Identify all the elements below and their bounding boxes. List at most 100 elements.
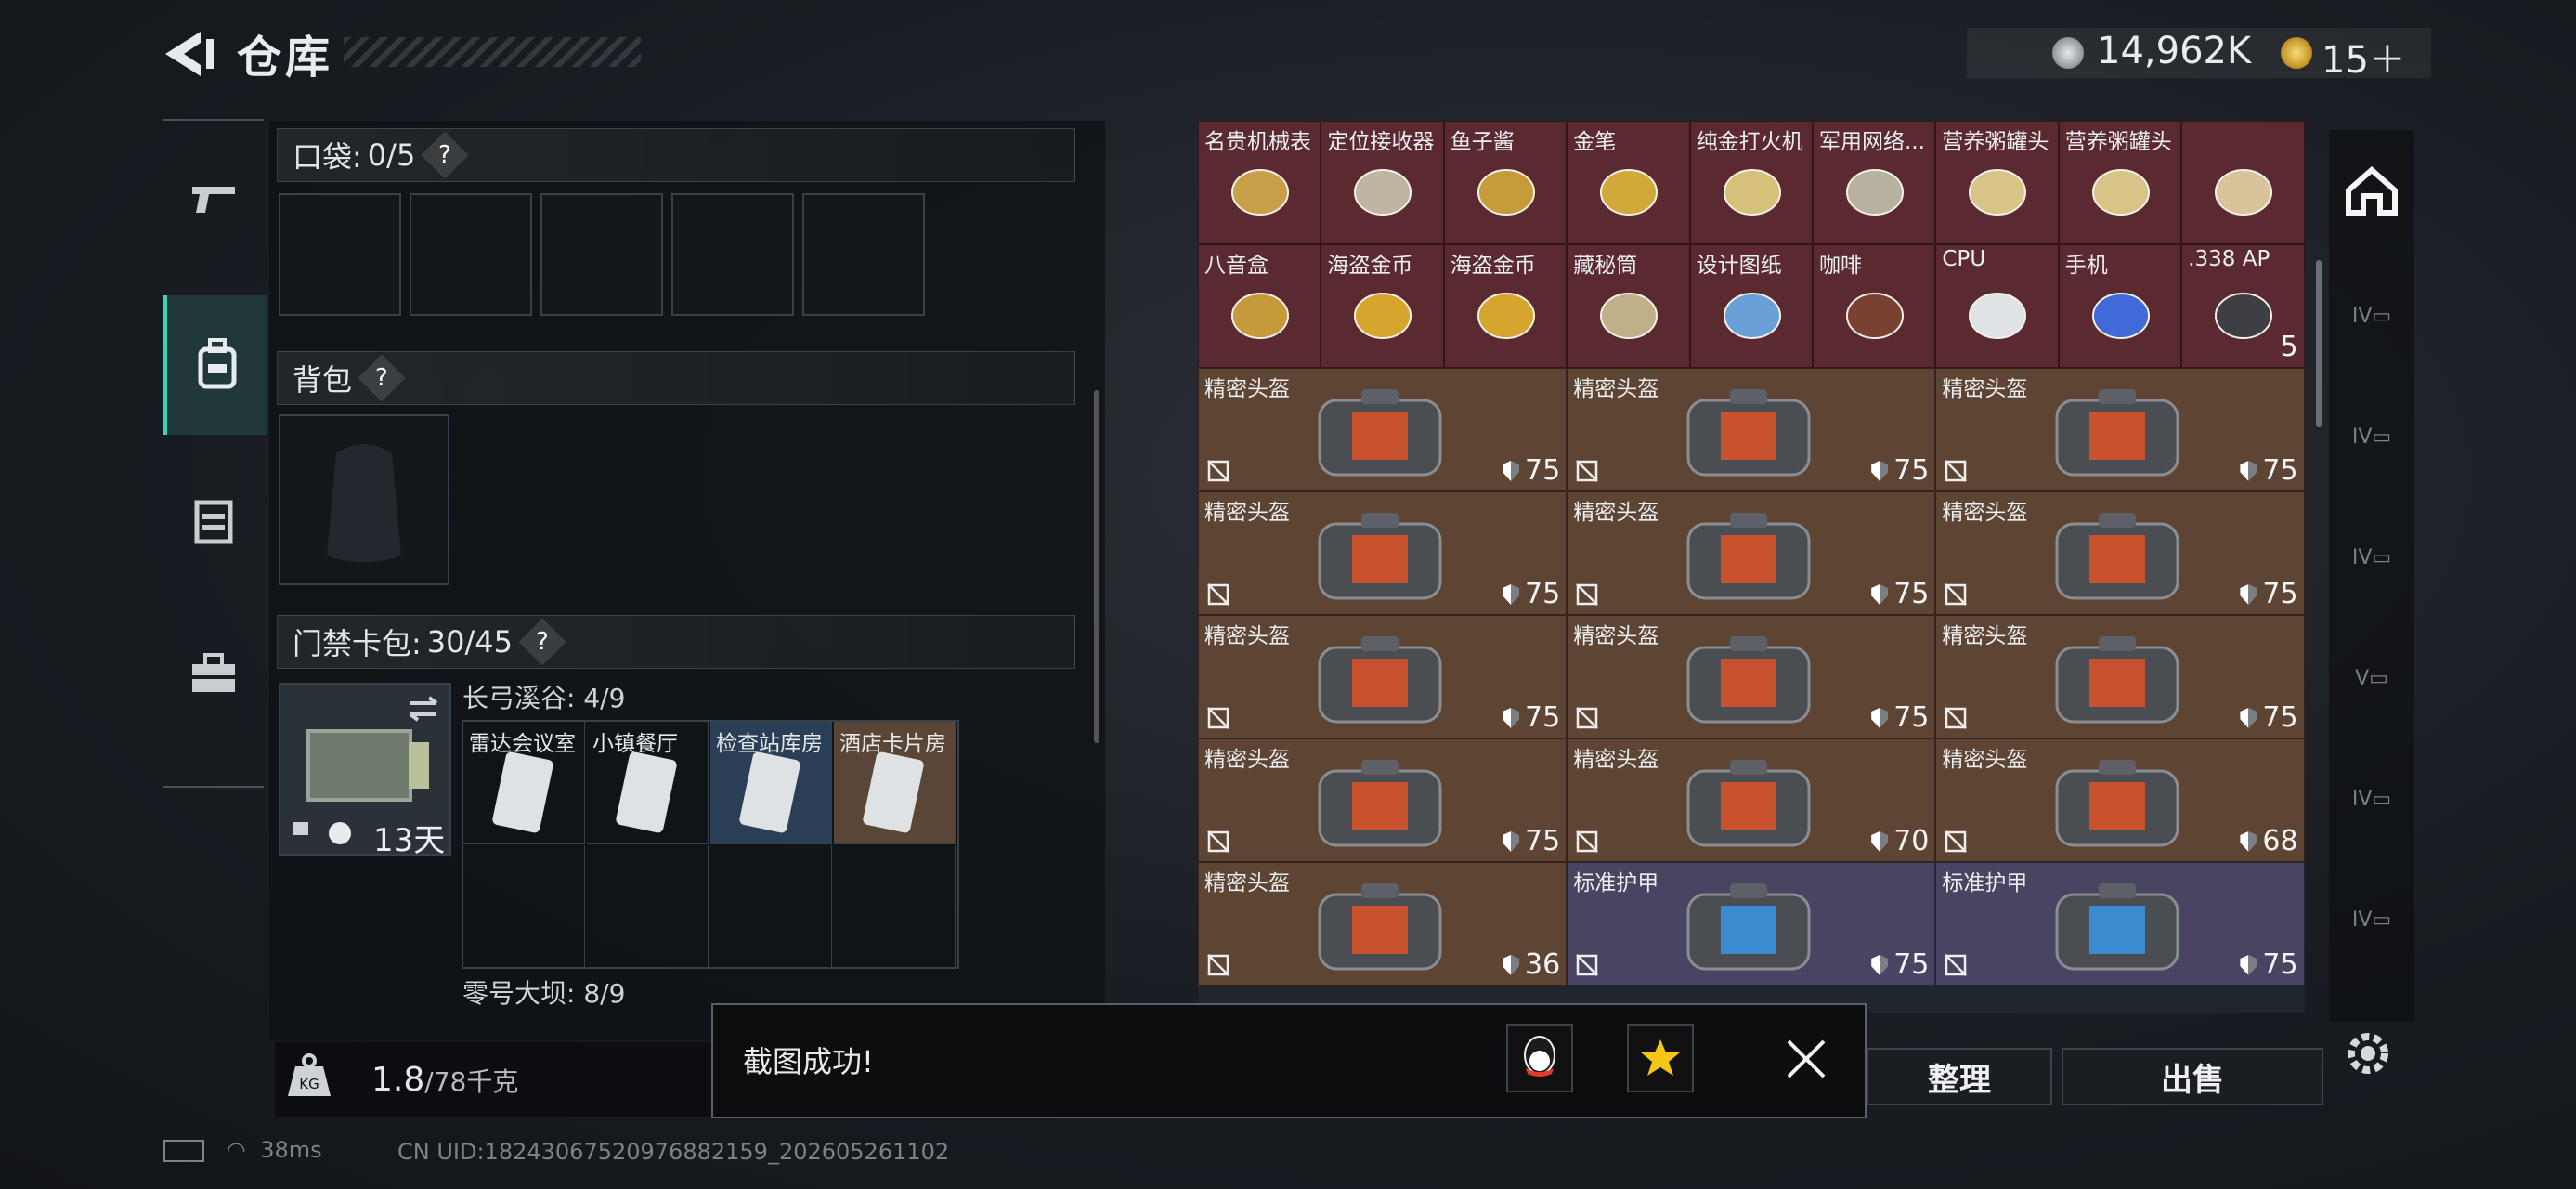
durability-value: 75 bbox=[1871, 454, 1929, 487]
item-cell[interactable]: 八音盒 bbox=[1198, 244, 1321, 368]
share-qzone-button[interactable] bbox=[1627, 1024, 1694, 1092]
pistol-icon bbox=[192, 187, 235, 213]
rail-filter-iv[interactable]: IV▭ bbox=[2335, 743, 2409, 855]
item-cell[interactable]: 名贵机械表 bbox=[1198, 121, 1321, 244]
armor-cell[interactable]: 精密头盔 75 bbox=[1935, 615, 2305, 738]
backpack-slot[interactable] bbox=[279, 414, 449, 585]
item-cell[interactable]: 纯金打火机 bbox=[1689, 121, 1813, 244]
armor-cell[interactable]: 精密头盔 75 bbox=[1198, 491, 1568, 615]
rail-filter-v[interactable]: V▭ bbox=[2335, 622, 2409, 734]
item-cell[interactable]: 手机 bbox=[2058, 244, 2182, 368]
rail-home-filter[interactable] bbox=[2335, 136, 2409, 247]
keycard-slot[interactable]: 小镇餐厅 bbox=[587, 722, 709, 844]
warehouse-grid: 名贵机械表 定位接收器 鱼子酱 金笔 纯金打火机 军用网络... 营养粥罐头 营养粥罐头 八音… bbox=[1198, 121, 2305, 1013]
keycard-case[interactable]: 13天 bbox=[279, 683, 451, 859]
pocket-slot[interactable] bbox=[802, 193, 925, 316]
item-cell[interactable]: 定位接收器 bbox=[1321, 121, 1444, 244]
armor-name: 标准护甲 bbox=[1942, 871, 2028, 895]
armor-cell[interactable]: 精密头盔 70 bbox=[1567, 738, 1936, 862]
back-arrow-icon[interactable] bbox=[158, 26, 223, 82]
item-name: 八音盒 bbox=[1204, 254, 1268, 278]
item-cell[interactable]: 营养粥罐头 bbox=[1935, 121, 2059, 244]
pocket-slot[interactable] bbox=[279, 193, 401, 316]
pocket-help-button[interactable]: ? bbox=[421, 131, 469, 179]
item-cell[interactable]: 鱼子酱 bbox=[1443, 121, 1568, 244]
armor-cell[interactable]: 精密头盔 75 bbox=[1567, 615, 1936, 738]
item-cell[interactable]: 藏秘筒 bbox=[1567, 244, 1690, 368]
armor-cell[interactable]: 精密头盔 75 bbox=[1935, 491, 2305, 615]
item-cell[interactable]: .338 AP 5 bbox=[2181, 244, 2305, 368]
durability-value: 75 bbox=[1503, 454, 1560, 487]
item-cell[interactable]: 海盗金币 bbox=[1321, 244, 1444, 368]
money-value[interactable]: 14,962K bbox=[2097, 30, 2251, 72]
keycard-slot[interactable] bbox=[834, 845, 956, 968]
item-icon bbox=[1600, 169, 1659, 216]
toast-close-icon[interactable] bbox=[1783, 1036, 1829, 1082]
rail-filter-iv[interactable]: IV▭ bbox=[2335, 502, 2409, 613]
armor-cell[interactable]: 精密头盔 68 bbox=[1935, 738, 2305, 862]
inventory-scrollbar[interactable] bbox=[2316, 260, 2322, 427]
keycard-slot[interactable]: 酒店卡片房 bbox=[834, 722, 956, 844]
keycard-slot[interactable]: 雷达会议室 bbox=[463, 722, 585, 844]
armor-cell[interactable]: 精密头盔 75 bbox=[1567, 491, 1936, 615]
armor-name: 精密头盔 bbox=[1573, 748, 1659, 772]
nav-weapon-tab[interactable] bbox=[163, 130, 264, 269]
no-sell-icon bbox=[1945, 583, 1968, 606]
tier-iv-icon: IV▭ bbox=[2351, 787, 2392, 811]
armor-cell[interactable]: 标准护甲 75 bbox=[1935, 862, 2305, 986]
item-icon bbox=[1477, 169, 1535, 216]
status-bar: ◠ 38ms bbox=[163, 1137, 322, 1163]
backpack-help-button[interactable]: ? bbox=[358, 354, 406, 402]
armor-cell[interactable]: 精密头盔 75 bbox=[1198, 615, 1568, 738]
item-cell[interactable]: 咖啡 bbox=[1813, 244, 1936, 368]
item-icon bbox=[1354, 293, 1412, 339]
item-cell[interactable]: CPU bbox=[1935, 244, 2059, 368]
armor-cell[interactable]: 精密头盔 75 bbox=[1198, 368, 1568, 491]
armor-cell[interactable]: 精密头盔 75 bbox=[1935, 368, 2305, 491]
item-cell[interactable]: 军用网络... bbox=[1813, 121, 1936, 244]
item-cell[interactable]: 设计图纸 bbox=[1689, 244, 1813, 368]
ticket-value[interactable]: 15＋ bbox=[2322, 30, 2406, 84]
nav-backpack-tab[interactable] bbox=[163, 295, 267, 435]
keycard-slot[interactable] bbox=[587, 845, 709, 968]
left-scrollbar[interactable] bbox=[1094, 390, 1099, 743]
region-label-longbow: 长弓溪谷: 4/9 bbox=[462, 683, 626, 713]
keycard-slot[interactable]: 检查站库房 bbox=[710, 722, 832, 844]
item-icon bbox=[1231, 169, 1289, 216]
item-icon bbox=[1477, 293, 1535, 339]
keycard-slot[interactable] bbox=[710, 845, 832, 968]
item-cell[interactable]: 营养粥罐头 bbox=[2058, 121, 2182, 244]
armor-cell[interactable]: 标准护甲 75 bbox=[1567, 862, 1936, 986]
item-name: 海盗金币 bbox=[1450, 254, 1536, 278]
armor-cell[interactable]: 精密头盔 75 bbox=[1567, 368, 1936, 491]
settings-gear-icon[interactable] bbox=[2342, 1027, 2394, 1079]
pocket-count: 0/5 bbox=[367, 137, 416, 173]
chest-rig-icon bbox=[194, 500, 233, 544]
rail-filter-iv[interactable]: IV▭ bbox=[2335, 260, 2409, 372]
item-name: 鱼子酱 bbox=[1450, 130, 1515, 154]
helmet-icon bbox=[1686, 513, 1811, 600]
item-cell[interactable]: 海盗金币 bbox=[1443, 244, 1568, 368]
no-sell-icon bbox=[1207, 954, 1229, 976]
house-icon bbox=[2346, 166, 2398, 216]
share-qq-button[interactable] bbox=[1506, 1024, 1573, 1092]
keycard-slot[interactable] bbox=[463, 845, 585, 968]
armor-cell[interactable]: 精密头盔 36 bbox=[1198, 862, 1568, 986]
nav-toolbox-tab[interactable] bbox=[163, 604, 264, 743]
rail-filter-iv[interactable]: IV▭ bbox=[2335, 864, 2409, 975]
helmet-icon bbox=[2055, 636, 2179, 724]
sell-button[interactable]: 出售 bbox=[2062, 1048, 2323, 1105]
page-title: 仓库 bbox=[237, 32, 334, 84]
card-pack-help-button[interactable]: ? bbox=[518, 618, 566, 666]
item-cell[interactable] bbox=[2181, 121, 2305, 244]
nav-rig-tab[interactable] bbox=[163, 451, 264, 591]
sort-button[interactable]: 整理 bbox=[1867, 1048, 2052, 1105]
pocket-label: 口袋: bbox=[293, 139, 362, 175]
gold-ticket-icon bbox=[2281, 37, 2312, 69]
pocket-slot[interactable] bbox=[671, 193, 794, 316]
pocket-slot[interactable] bbox=[540, 193, 663, 316]
rail-filter-iv[interactable]: IV▭ bbox=[2335, 381, 2409, 492]
armor-cell[interactable]: 精密头盔 75 bbox=[1198, 738, 1568, 862]
item-cell[interactable]: 金笔 bbox=[1567, 121, 1690, 244]
pocket-slot[interactable] bbox=[410, 193, 532, 316]
